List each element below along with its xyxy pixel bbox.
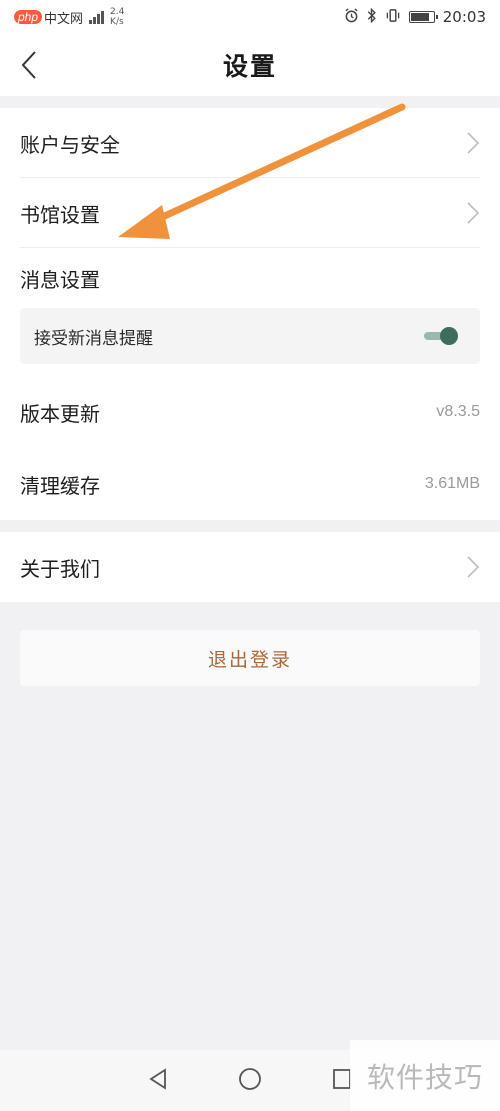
circle-home-icon xyxy=(239,1067,261,1090)
version-value: v8.3.5 xyxy=(436,403,480,420)
new-message-alert-toggle[interactable] xyxy=(424,327,458,345)
page-title: 设置 xyxy=(222,52,277,81)
settings-group-main: 账户与安全 书馆设置 消息设置 接受新消息提醒 版本更新 v8.3.5 清理缓存… xyxy=(0,108,500,520)
status-left: php 中文网 2.4 K/s xyxy=(14,7,124,27)
signal-icon xyxy=(89,10,105,24)
php-logo: php 中文网 xyxy=(14,8,83,27)
clock-time: 20:03 xyxy=(442,8,486,26)
alarm-icon xyxy=(344,7,359,27)
nav-recent-button[interactable] xyxy=(332,1068,352,1094)
network-speed: 2.4 K/s xyxy=(110,7,124,27)
row-version-update-label: 版本更新 xyxy=(20,401,100,426)
row-library-settings-label: 书馆设置 xyxy=(20,202,100,227)
row-clear-cache[interactable]: 清理缓存 3.61MB xyxy=(0,448,500,520)
square-recent-icon xyxy=(333,1068,351,1089)
status-right: 20:03 xyxy=(344,7,486,27)
chevron-right-icon xyxy=(467,556,480,578)
new-message-alert-row: 接受新消息提醒 xyxy=(20,308,480,364)
status-bar: php 中文网 2.4 K/s 20:03 xyxy=(0,0,500,34)
nav-back-button[interactable] xyxy=(148,1067,168,1094)
bluetooth-icon xyxy=(367,7,377,27)
battery-icon xyxy=(408,11,438,23)
row-account-security[interactable]: 账户与安全 xyxy=(0,108,500,178)
logo-cn-text: 中文网 xyxy=(44,10,84,26)
row-library-settings[interactable]: 书馆设置 xyxy=(0,178,500,248)
row-message-settings-label: 消息设置 xyxy=(20,267,100,292)
chevron-right-icon xyxy=(467,202,480,224)
nav-bar: 设置 xyxy=(0,34,500,96)
row-account-security-label: 账户与安全 xyxy=(20,132,120,157)
back-button[interactable] xyxy=(14,48,44,82)
row-about-us[interactable]: 关于我们 xyxy=(0,532,500,602)
logo-php-text: php xyxy=(14,10,43,24)
vibrate-icon xyxy=(385,8,401,27)
chevron-left-icon xyxy=(21,51,36,79)
new-message-alert-label: 接受新消息提醒 xyxy=(34,328,153,349)
row-message-settings: 消息设置 xyxy=(0,248,500,308)
row-version-update[interactable]: 版本更新 v8.3.5 xyxy=(0,376,500,448)
watermark: 软件技巧 xyxy=(350,1040,500,1111)
logout-button[interactable]: 退出登录 xyxy=(20,630,480,686)
nav-home-button[interactable] xyxy=(238,1067,262,1095)
settings-group-about: 关于我们 xyxy=(0,532,500,602)
speed-value: 2.4 xyxy=(110,7,125,17)
speed-unit: K/s xyxy=(110,17,124,27)
cache-size-value: 3.61MB xyxy=(424,475,480,492)
chevron-right-icon xyxy=(467,132,480,154)
row-about-us-label: 关于我们 xyxy=(20,556,100,581)
triangle-back-icon xyxy=(149,1067,166,1090)
row-clear-cache-label: 清理缓存 xyxy=(20,473,100,498)
